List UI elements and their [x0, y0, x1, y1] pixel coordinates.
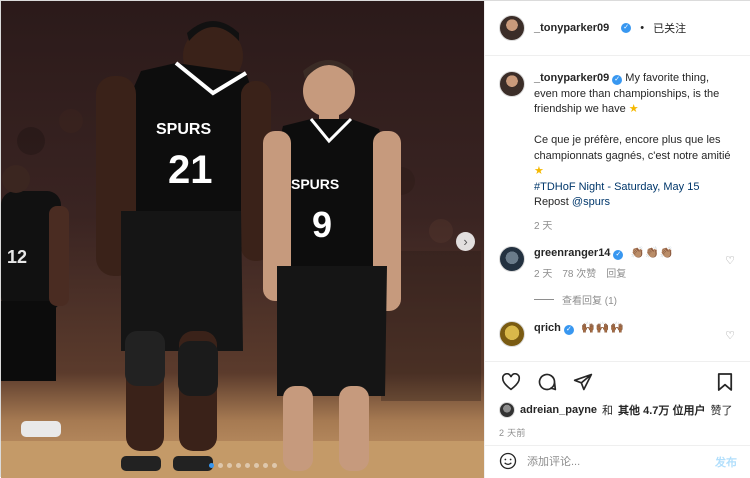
heart-icon[interactable] [499, 371, 523, 393]
liker-username[interactable]: adreian_payne [520, 404, 597, 416]
view-replies[interactable]: 查看回复 (1) [534, 292, 675, 307]
comment-username[interactable]: greenranger14 [534, 247, 610, 259]
likes-connector: 和 [602, 405, 614, 417]
carousel-dot [262, 463, 268, 468]
likes-others[interactable]: 其他 4.7万 位用户 [618, 402, 705, 418]
comment-item: greenranger14 ✓ 👏🏽👏🏽👏🏽 2 天 78 次赞 回复 查看回复 … [499, 245, 737, 307]
emoji-icon[interactable] [499, 452, 517, 473]
comment-like-icon[interactable]: ♡ [725, 254, 735, 267]
post-side-panel: _tonyparker09 ✓ • 已关注 _tonyparker09 ✓ My … [484, 1, 750, 478]
comment-likes[interactable]: 78 次赞 [562, 265, 596, 280]
comment-like-icon[interactable]: ♡ [725, 329, 735, 342]
comment-username[interactable]: qrich [534, 322, 561, 334]
repost-label: Repost [534, 196, 569, 208]
caption-text: _tonyparker09 ✓ My favorite thing, even m… [534, 71, 734, 211]
caption-french: Ce que je préfère, encore plus que les c… [534, 134, 731, 162]
verified-icon: ✓ [621, 23, 632, 33]
add-comment-bar: 发布 [485, 445, 750, 478]
post-comment-button[interactable]: 发布 [715, 454, 737, 470]
photo-illustration: 12 SPURS 21 SPURS 9 [1, 21, 484, 478]
caption: _tonyparker09 ✓ My favorite thing, even m… [499, 71, 737, 232]
post-header: _tonyparker09 ✓ • 已关注 [485, 1, 750, 56]
carousel-dot [244, 463, 250, 468]
replies-divider [534, 298, 554, 300]
comment-input[interactable] [527, 456, 705, 468]
post-age: 2 天前 [499, 428, 526, 438]
comments-scroll[interactable]: _tonyparker09 ✓ My favorite thing, even m… [485, 57, 750, 357]
carousel-dot [253, 463, 259, 468]
post-actions: adreian_payne 和 其他 4.7万 位用户 赞了 2 天前 [485, 361, 750, 439]
likes-suffix: 赞了 [710, 405, 733, 417]
background-player: 12 [1, 165, 69, 437]
post-photo[interactable]: 12 SPURS 21 SPURS 9 › [1, 1, 484, 478]
svg-text:21: 21 [168, 148, 213, 192]
comment-icon[interactable] [535, 371, 559, 393]
following-button[interactable]: 已关注 [653, 20, 686, 36]
carousel-dot [217, 463, 223, 468]
svg-text:12: 12 [7, 247, 27, 267]
likes-summary: adreian_payne 和 其他 4.7万 位用户 赞了 [499, 402, 737, 418]
comment-text: 🙌🏾🙌🏾🙌🏾 [580, 321, 626, 334]
chevron-right-icon[interactable]: › [456, 232, 475, 251]
verified-icon: ✓ [612, 75, 623, 85]
share-icon[interactable] [571, 371, 595, 393]
star-icon: ★ [534, 165, 544, 177]
caption-username[interactable]: _tonyparker09 [534, 72, 609, 84]
svg-text:SPURS: SPURS [156, 121, 211, 138]
reply-button[interactable]: 回复 [606, 265, 626, 280]
carousel-dots [208, 463, 277, 468]
commenter-avatar[interactable] [499, 320, 525, 347]
comment-text: 👏🏽👏🏽👏🏽 [630, 246, 675, 259]
verified-icon: ✓ [563, 324, 574, 335]
liker-avatar[interactable] [499, 402, 515, 418]
avatar[interactable] [499, 15, 525, 41]
caption-time: 2 天 [534, 220, 553, 232]
carousel-dot [226, 463, 232, 468]
header-username[interactable]: _tonyparker09 [534, 22, 609, 34]
carousel-dot [271, 463, 277, 468]
comment-time: 2 天 [534, 268, 553, 280]
svg-text:SPURS: SPURS [291, 176, 339, 192]
instagram-post: 12 SPURS 21 SPURS 9 › _tonyparker09 ✓ • … [0, 0, 750, 478]
player-21: SPURS 21 [96, 21, 271, 471]
carousel-dot-active [208, 463, 214, 468]
separator-dot: • [640, 22, 645, 34]
mention-link[interactable]: @spurs [572, 196, 610, 208]
comment-item: qrich ✓ 🙌🏾🙌🏾🙌🏾 ♡ [499, 320, 737, 347]
caption-avatar[interactable] [499, 71, 525, 97]
commenter-avatar[interactable] [499, 245, 525, 272]
hashtag-link[interactable]: #TDHoF Night - Saturday, May 15 [534, 181, 699, 193]
player-9: SPURS 9 [263, 60, 401, 471]
bookmark-icon[interactable] [713, 371, 737, 393]
svg-text:9: 9 [312, 204, 332, 245]
view-replies-label[interactable]: 查看回复 (1) [562, 292, 617, 307]
carousel-dot [235, 463, 241, 468]
star-icon: ★ [628, 103, 639, 115]
verified-icon: ✓ [613, 249, 624, 260]
